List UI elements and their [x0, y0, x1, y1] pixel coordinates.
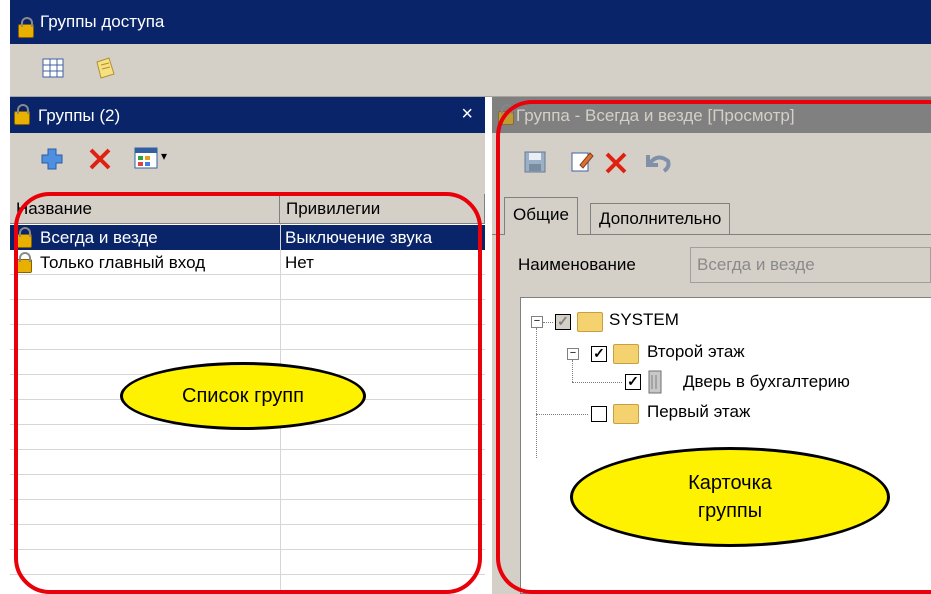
- columns-icon[interactable]: [134, 147, 158, 169]
- highlight-frame-card: [496, 100, 931, 594]
- highlight-frame-groups: [14, 192, 482, 594]
- groups-panel-header: Группы (2) ×: [10, 97, 485, 133]
- grid-view-icon[interactable]: [42, 58, 64, 78]
- chevron-down-icon[interactable]: ▾: [161, 149, 167, 163]
- window-title-bar: Группы доступа: [10, 0, 931, 44]
- delete-icon[interactable]: [88, 147, 112, 171]
- lock-icon: [18, 17, 34, 38]
- close-icon[interactable]: ×: [461, 103, 473, 126]
- add-icon[interactable]: [40, 147, 64, 171]
- window-title: Группы доступа: [40, 12, 165, 31]
- tab-general[interactable]: Общие: [504, 197, 578, 235]
- main-toolbar: [10, 44, 931, 97]
- note-icon[interactable]: [94, 56, 116, 80]
- lock-icon: [14, 104, 30, 125]
- groups-toolbar: ▾: [10, 133, 485, 185]
- groups-panel-title: Группы (2): [38, 106, 121, 125]
